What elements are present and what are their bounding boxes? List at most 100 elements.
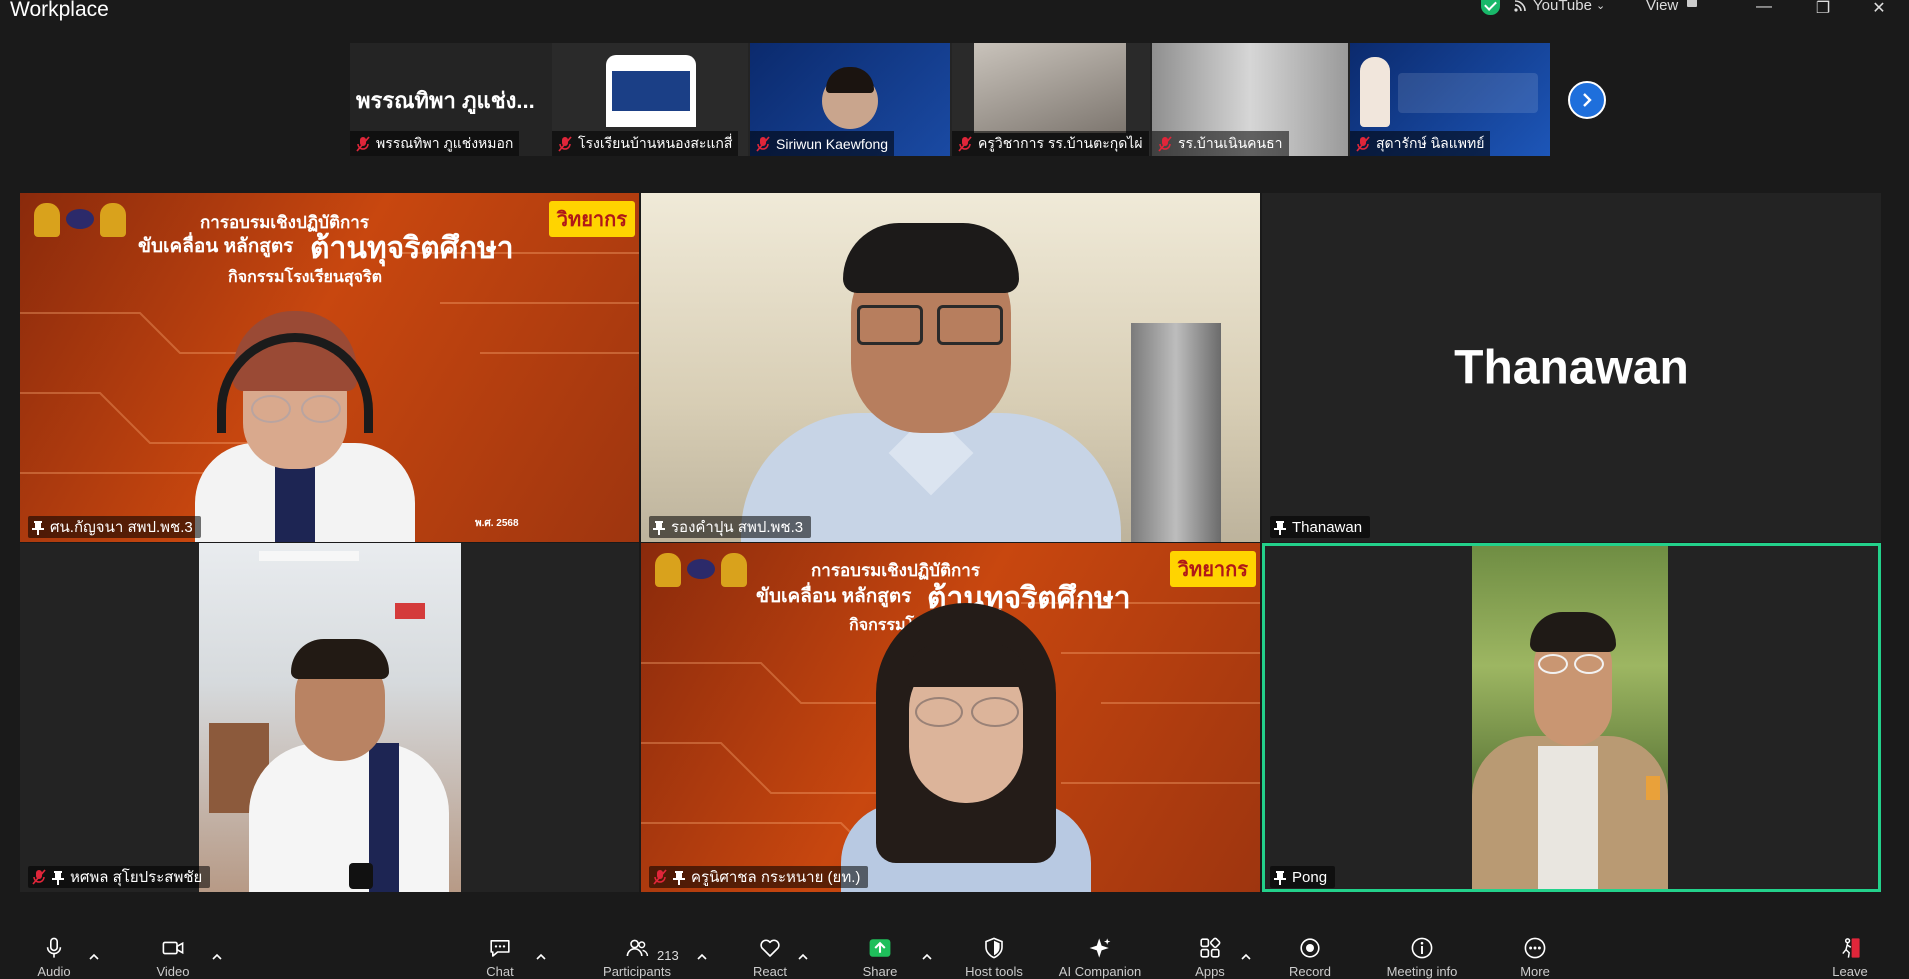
video-tile[interactable]: วิทยากร การอบรมเชิงปฏิบัติการ ขับเคลื่อน… (20, 193, 639, 542)
apps-button[interactable]: Apps (1190, 922, 1230, 979)
participant-name-tag: โรงเรียนบ้านหนองสะแกสี่ (552, 131, 739, 156)
participant-video (821, 603, 1111, 892)
leave-button[interactable]: Leave (1830, 922, 1870, 979)
audio-button[interactable]: Audio (28, 922, 80, 979)
slide-line-3: กิจกรรมโรงเรียนสุจริต (228, 269, 382, 286)
pin-icon (1274, 520, 1286, 535)
filmstrip-tile[interactable]: Siriwun Kaewfong (750, 43, 950, 156)
react-options-caret[interactable] (798, 952, 808, 962)
ai-companion-label: AI Companion (1058, 964, 1142, 979)
participant-name-tag: รร.บ้านเนินคนธา (1152, 131, 1289, 156)
video-tile[interactable]: หศพล สุโยประสพชัย (20, 543, 639, 892)
audio-options-caret[interactable] (89, 952, 99, 962)
participant-name: โรงเรียนบ้านหนองสะแกสี่ (578, 134, 733, 151)
participant-name: พรรณทิพา ภูแช่งหมอก (376, 134, 514, 151)
share-screen-icon (869, 939, 891, 957)
participant-name: รร.บ้านเนินคนธา (1178, 134, 1283, 151)
youtube-label: YouTube (1533, 0, 1592, 14)
maximize-button[interactable]: ❐ (1813, 0, 1833, 17)
video-button[interactable]: Video (148, 922, 198, 979)
video-label: Video (156, 964, 190, 979)
ai-companion-button[interactable]: AI Companion (1050, 922, 1150, 979)
mic-muted-icon (1356, 135, 1370, 152)
microphone-icon (46, 937, 62, 958)
chat-label: Chat (486, 964, 514, 979)
participants-options-caret[interactable] (697, 952, 707, 962)
speaker-badge: วิทยากร (548, 201, 635, 237)
share-options-caret[interactable] (922, 952, 932, 962)
meeting-info-button[interactable]: Meeting info (1372, 922, 1472, 979)
participant-name-tag: รองคำปุน สพป.พช.3 (649, 516, 812, 538)
host-tools-label: Host tools (965, 964, 1023, 979)
meeting-info-label: Meeting info (1386, 964, 1458, 979)
video-tile-active-speaker[interactable]: Pong (1262, 543, 1881, 892)
document-thumbnail (606, 55, 696, 127)
pin-icon (32, 520, 44, 535)
participant-name: รองคำปุน สพป.พช.3 (671, 519, 804, 536)
participants-label: Participants (603, 964, 671, 979)
encryption-shield-icon[interactable] (1481, 0, 1500, 15)
participant-name-tag: Pong (1270, 866, 1336, 888)
host-tools-button[interactable]: Host tools (963, 922, 1025, 979)
mic-muted-icon (958, 135, 972, 152)
react-button[interactable]: React (750, 922, 790, 979)
participant-name: Pong (1292, 868, 1328, 886)
filmstrip-tile[interactable]: ครูวิชาการ รร.บ้านตะกุดไผ่ (952, 43, 1150, 156)
pin-icon (52, 870, 64, 885)
record-label: Record (1289, 964, 1331, 979)
participant-video (974, 43, 1126, 133)
participant-video (822, 67, 878, 129)
participant-name: หศพล สุโยประสพชัย (70, 869, 203, 886)
participant-name: สุดารักษ์ นิลแพทย์ (1376, 134, 1485, 151)
mic-muted-icon (32, 869, 46, 885)
heart-icon (760, 939, 780, 957)
video-tile[interactable]: รองคำปุน สพป.พช.3 (641, 193, 1260, 542)
participant-name: ครูวิชาการ รร.บ้านตะกุดไผ่ (978, 134, 1143, 151)
filmstrip-next-button[interactable] (1568, 81, 1606, 119)
filmstrip-tile[interactable]: พรรณทิพา ภูแช่ง... พรรณทิพา ภูแช่งหมอก (350, 43, 550, 156)
participant-name: ครูนิศาชล กระหนาย (ยท.) (691, 869, 861, 886)
participant-name-tag: สุดารักษ์ นิลแพทย์ (1350, 131, 1491, 156)
chat-options-caret[interactable] (536, 952, 546, 962)
view-button[interactable]: View (1646, 0, 1678, 14)
more-button[interactable]: More (1515, 922, 1555, 979)
slide-line-2a: ขับเคลื่อน หลักสูตร (138, 236, 294, 257)
minimize-button[interactable]: — (1754, 0, 1774, 15)
participant-display-name: Thanawan (1454, 341, 1689, 394)
record-button[interactable]: Record (1285, 922, 1335, 979)
shield-icon (985, 937, 1003, 959)
organization-logos (655, 553, 747, 587)
app-title: Workplace (10, 0, 109, 21)
filmstrip-tile[interactable]: สุดารักษ์ นิลแพทย์ (1350, 43, 1550, 156)
participant-name: Thanawan (1292, 518, 1363, 536)
participant-name-tag: Thanawan (1270, 516, 1371, 538)
participants-icon (626, 939, 649, 957)
participant-video (741, 203, 1121, 542)
record-icon (1300, 938, 1320, 958)
video-tile[interactable]: วิทยากร การอบรมเชิงปฏิบัติการ ขับเคลื่อน… (641, 543, 1260, 892)
filmstrip-tile[interactable]: รร.บ้านเนินคนธา (1152, 43, 1348, 156)
leave-icon (1842, 938, 1860, 958)
pin-icon (673, 870, 685, 885)
youtube-livestream-button[interactable]: YouTube ⌄ (1514, 0, 1605, 14)
participant-name-tag: Siriwun Kaewfong (750, 131, 895, 156)
chat-button[interactable]: Chat (480, 922, 520, 979)
video-tile[interactable]: Thanawan Thanawan (1262, 193, 1881, 542)
close-window-button[interactable]: ✕ (1869, 0, 1889, 17)
participant-video (155, 303, 445, 542)
pin-icon (1274, 870, 1286, 885)
chevron-right-icon (1583, 93, 1592, 107)
curtain (1131, 323, 1221, 542)
pin-icon (653, 520, 665, 535)
participant-name: ศน.กัญจนา สพป.พช.3 (50, 519, 193, 536)
participant-name: Siriwun Kaewfong (776, 135, 889, 152)
video-options-caret[interactable] (212, 952, 222, 962)
filmstrip-tile[interactable]: โรงเรียนบ้านหนองสะแกสี่ (552, 43, 748, 156)
mic-muted-icon (558, 135, 572, 152)
speaker-badge: วิทยากร (1169, 551, 1256, 587)
view-grid-icon[interactable] (1687, 0, 1697, 7)
participant-video (1360, 57, 1390, 127)
share-button[interactable]: Share (860, 922, 900, 979)
participant-name-tag: ครูนิศาชล กระหนาย (ยท.) (649, 866, 869, 888)
apps-options-caret[interactable] (1241, 952, 1251, 962)
